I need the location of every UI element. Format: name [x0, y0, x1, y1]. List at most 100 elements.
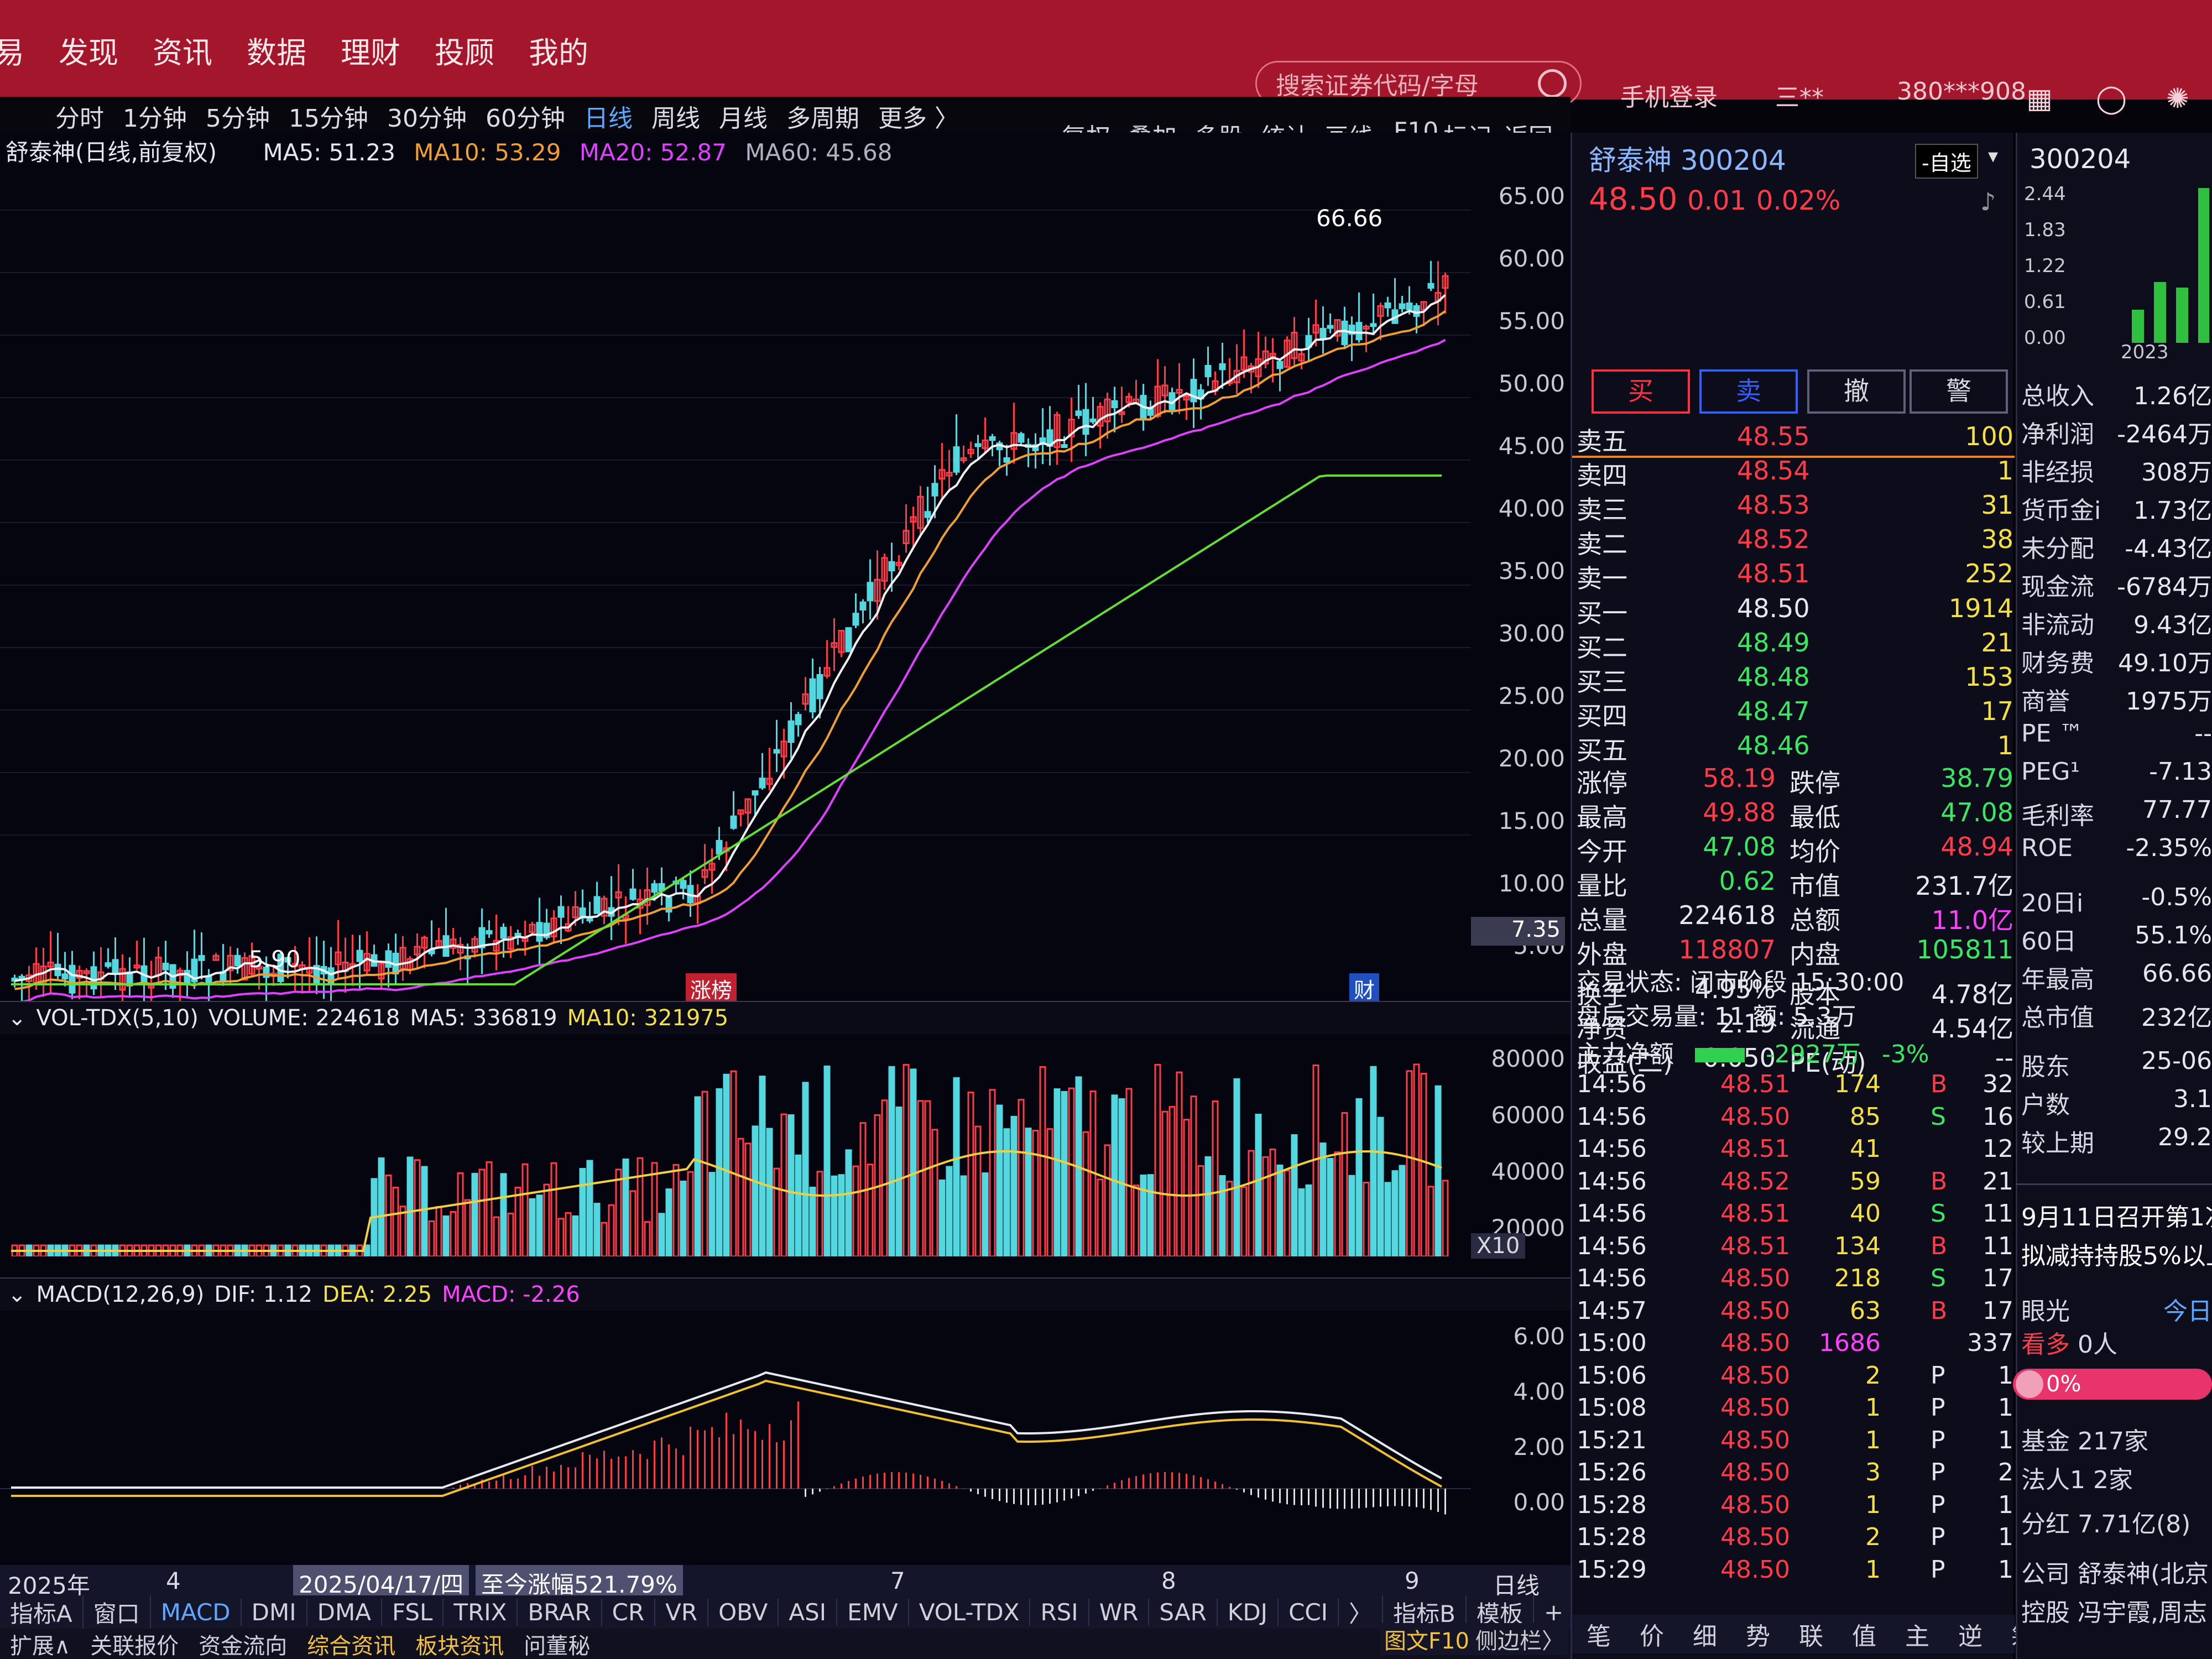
- tick-count: 11: [1983, 1199, 2013, 1228]
- menu-trade[interactable]: 易: [0, 28, 24, 72]
- stat-label: 最低: [1790, 802, 1840, 832]
- indicator-tab[interactable]: ASI: [779, 1598, 838, 1626]
- volume-bar: [608, 1204, 615, 1256]
- volume-bar: [1370, 1066, 1377, 1256]
- f10-tab[interactable]: 图文F10: [1380, 1623, 1474, 1655]
- price-tick: 10.00: [1498, 870, 1565, 897]
- collapse-icon[interactable]: ⌄: [8, 1005, 27, 1031]
- period-item[interactable]: 60分钟: [486, 98, 565, 134]
- indicator-tab[interactable]: 〉: [1339, 1595, 1384, 1629]
- sidebar-tab[interactable]: 侧边栏〉: [1471, 1623, 1568, 1655]
- gear-icon[interactable]: ✺: [2162, 83, 2193, 114]
- macd-chart[interactable]: [0, 1312, 1471, 1577]
- menu-advisor[interactable]: 投顾: [435, 28, 494, 72]
- menu-mine[interactable]: 我的: [529, 28, 588, 72]
- sell-button[interactable]: 卖: [1699, 369, 1798, 414]
- indicator-tab[interactable]: MACD: [151, 1598, 242, 1626]
- expand-link[interactable]: 扩展∧: [0, 1628, 80, 1659]
- indicator-tab[interactable]: OBV: [708, 1598, 779, 1626]
- candle-body: [514, 932, 521, 937]
- candle-body: [1355, 322, 1363, 341]
- menu-news[interactable]: 资讯: [153, 28, 212, 72]
- indicator-tab[interactable]: VOL-TDX: [909, 1598, 1031, 1626]
- period-item[interactable]: 1分钟: [123, 98, 187, 134]
- candle-body: [773, 749, 780, 754]
- ask-secretary-link[interactable]: 问董秘: [514, 1628, 600, 1659]
- indicator-tab[interactable]: KDJ: [1218, 1598, 1279, 1626]
- detail-tab[interactable]: 联: [1785, 1616, 1838, 1652]
- candle-body: [989, 436, 996, 441]
- indicator-tab[interactable]: CCI: [1279, 1598, 1339, 1626]
- chart-area[interactable]: 舒泰神(日线,前复权) MA5: 51.23 MA10: 53.29 MA20:…: [0, 133, 1571, 1571]
- indicator-tab[interactable]: DMI: [242, 1598, 307, 1626]
- finance-tag[interactable]: 财: [1349, 973, 1380, 1004]
- candlestick-chart[interactable]: [0, 166, 1471, 1040]
- volume-bar: [910, 1068, 917, 1256]
- period-item[interactable]: 多周期: [786, 98, 859, 134]
- related-quote-link[interactable]: 关联报价: [80, 1628, 189, 1659]
- news-item-2[interactable]: 拟减持持股5%以上: [2021, 1236, 2212, 1271]
- zhangbang-tag[interactable]: 涨榜: [686, 973, 737, 1004]
- candle-body: [112, 959, 119, 973]
- indicator-tab[interactable]: RSI: [1030, 1598, 1089, 1626]
- indicator-tab[interactable]: CR: [602, 1598, 656, 1626]
- detail-tab[interactable]: 细: [1678, 1616, 1731, 1652]
- tick-count: 2: [1998, 1458, 2013, 1486]
- detail-tab[interactable]: 笔: [1572, 1616, 1625, 1652]
- headset-icon[interactable]: ◯: [2096, 83, 2127, 114]
- buy-button[interactable]: 买: [1592, 369, 1690, 414]
- alert-button[interactable]: 警: [1910, 369, 2008, 414]
- detail-tab[interactable]: 主: [1891, 1616, 1944, 1652]
- user-name[interactable]: 三**: [1775, 77, 1824, 113]
- indicator-tab[interactable]: 指标A: [0, 1595, 84, 1629]
- tick-side: P: [1931, 1555, 1945, 1584]
- indicator-tab[interactable]: EMV: [837, 1598, 909, 1626]
- period-item[interactable]: 30分钟: [387, 98, 467, 134]
- grid-icon[interactable]: ▦: [2024, 83, 2055, 114]
- indicator-tab[interactable]: BRAR: [518, 1598, 602, 1626]
- macd-tick: 0.00: [1513, 1489, 1565, 1516]
- period-item[interactable]: 分时: [55, 98, 104, 134]
- login-link[interactable]: 手机登录: [1620, 77, 1718, 113]
- today-label[interactable]: 今日: [2163, 1291, 2212, 1327]
- search-icon[interactable]: [1538, 69, 1567, 98]
- detail-tab[interactable]: 值: [1838, 1616, 1891, 1652]
- period-item[interactable]: 月线: [719, 98, 768, 134]
- fund-flow-link[interactable]: 资金流向: [189, 1628, 297, 1659]
- indicator-tab[interactable]: SAR: [1149, 1598, 1218, 1626]
- indicator-tab[interactable]: FSL: [382, 1598, 444, 1626]
- period-item-daily[interactable]: 日线: [584, 98, 633, 134]
- tick-time: 14:56: [1577, 1135, 1647, 1163]
- indicator-tab[interactable]: TRIX: [444, 1598, 518, 1626]
- indicator-tab[interactable]: DMA: [307, 1598, 382, 1626]
- indicator-tab[interactable]: +: [1534, 1598, 1575, 1626]
- indicator-tab[interactable]: VR: [655, 1598, 709, 1626]
- revenue-mini-chart: 2.44 1.83 1.22 0.61 0.00 2023: [2024, 183, 2209, 359]
- indicator-tab[interactable]: WR: [1089, 1598, 1150, 1626]
- collapse-icon[interactable]: ⌄: [8, 1282, 27, 1307]
- news-item-1[interactable]: 9月11日召开第1次: [2021, 1197, 2212, 1233]
- detail-tab[interactable]: 价: [1625, 1616, 1678, 1652]
- detail-tab[interactable]: 逆: [1944, 1616, 1997, 1652]
- stock-name: 舒泰神: [1589, 144, 1672, 176]
- period-item[interactable]: 周线: [651, 98, 700, 134]
- add-favorite-button[interactable]: -自选: [1915, 144, 1978, 179]
- period-item-more[interactable]: 更多 〉: [878, 98, 959, 134]
- book-divider: [1572, 456, 2015, 458]
- volume-bar: [809, 1186, 816, 1256]
- tick-time: 15:00: [1577, 1329, 1647, 1357]
- bell-icon[interactable]: ♪: [1980, 188, 1996, 216]
- volume-chart[interactable]: [0, 1035, 1471, 1256]
- menu-discover[interactable]: 发现: [59, 28, 118, 72]
- fund-label: 基金: [2021, 1427, 2070, 1455]
- cancel-button[interactable]: 撤: [1807, 369, 1906, 414]
- menu-data[interactable]: 数据: [247, 28, 306, 72]
- period-item[interactable]: 5分钟: [206, 98, 270, 134]
- sector-news-link[interactable]: 板块资讯: [405, 1628, 514, 1659]
- chevron-down-icon[interactable]: ▾: [1988, 145, 1998, 168]
- indicator-tab[interactable]: 窗口: [84, 1595, 151, 1629]
- news-link[interactable]: 综合资讯: [297, 1628, 405, 1659]
- detail-tab[interactable]: 势: [1731, 1616, 1785, 1652]
- period-item[interactable]: 15分钟: [289, 98, 368, 134]
- menu-finance[interactable]: 理财: [341, 28, 400, 72]
